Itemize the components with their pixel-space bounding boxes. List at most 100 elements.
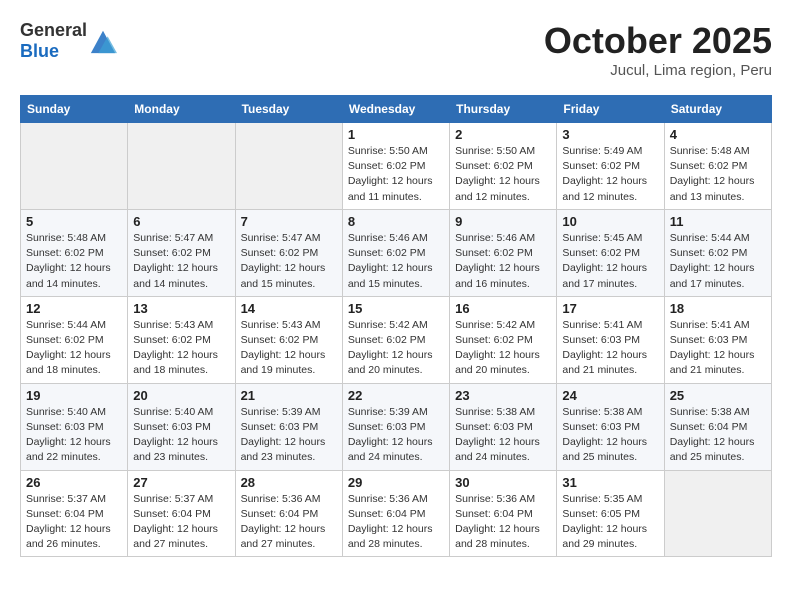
day-number: 4 — [670, 127, 766, 142]
weekday-header-sunday: Sunday — [21, 96, 128, 123]
weekday-header-saturday: Saturday — [664, 96, 771, 123]
day-info: Sunrise: 5:42 AM Sunset: 6:02 PM Dayligh… — [348, 318, 444, 379]
weekday-header-thursday: Thursday — [450, 96, 557, 123]
day-info: Sunrise: 5:43 AM Sunset: 6:02 PM Dayligh… — [133, 318, 229, 379]
calendar-cell: 4 Sunrise: 5:48 AM Sunset: 6:02 PM Daylig… — [664, 123, 771, 210]
calendar-cell: 15 Sunrise: 5:42 AM Sunset: 6:02 PM Dayli… — [342, 296, 449, 383]
calendar-cell: 16 Sunrise: 5:42 AM Sunset: 6:02 PM Dayli… — [450, 296, 557, 383]
calendar-week-4: 19 Sunrise: 5:40 AM Sunset: 6:03 PM Dayli… — [21, 383, 772, 470]
calendar-table: SundayMondayTuesdayWednesdayThursdayFrid… — [20, 95, 772, 557]
day-number: 16 — [455, 301, 551, 316]
calendar-cell: 19 Sunrise: 5:40 AM Sunset: 6:03 PM Dayli… — [21, 383, 128, 470]
day-info: Sunrise: 5:36 AM Sunset: 6:04 PM Dayligh… — [455, 492, 551, 553]
day-info: Sunrise: 5:41 AM Sunset: 6:03 PM Dayligh… — [670, 318, 766, 379]
day-info: Sunrise: 5:47 AM Sunset: 6:02 PM Dayligh… — [133, 231, 229, 292]
location-title: Jucul, Lima region, Peru — [544, 62, 772, 79]
calendar-cell: 31Sunrise: 5:35 AM Sunset: 6:05 PM Dayli… — [557, 470, 664, 557]
calendar-cell: 13 Sunrise: 5:43 AM Sunset: 6:02 PM Dayli… — [128, 296, 235, 383]
day-info: Sunrise: 5:37 AM Sunset: 6:04 PM Dayligh… — [26, 492, 122, 553]
day-info: Sunrise: 5:50 AM Sunset: 6:02 PM Dayligh… — [348, 144, 444, 205]
weekday-header-wednesday: Wednesday — [342, 96, 449, 123]
calendar-cell: 27Sunrise: 5:37 AM Sunset: 6:04 PM Dayli… — [128, 470, 235, 557]
calendar-cell: 17Sunrise: 5:41 AM Sunset: 6:03 PM Dayli… — [557, 296, 664, 383]
calendar-cell: 12 Sunrise: 5:44 AM Sunset: 6:02 PM Dayli… — [21, 296, 128, 383]
day-info: Sunrise: 5:47 AM Sunset: 6:02 PM Dayligh… — [241, 231, 337, 292]
calendar-cell — [235, 123, 342, 210]
day-number: 15 — [348, 301, 444, 316]
day-info: Sunrise: 5:36 AM Sunset: 6:04 PM Dayligh… — [241, 492, 337, 553]
day-number: 25 — [670, 388, 766, 403]
calendar-cell: 21Sunrise: 5:39 AM Sunset: 6:03 PM Dayli… — [235, 383, 342, 470]
day-info: Sunrise: 5:40 AM Sunset: 6:03 PM Dayligh… — [133, 405, 229, 466]
calendar-cell — [21, 123, 128, 210]
day-number: 6 — [133, 214, 229, 229]
day-info: Sunrise: 5:46 AM Sunset: 6:02 PM Dayligh… — [455, 231, 551, 292]
calendar-cell: 18 Sunrise: 5:41 AM Sunset: 6:03 PM Dayli… — [664, 296, 771, 383]
day-info: Sunrise: 5:50 AM Sunset: 6:02 PM Dayligh… — [455, 144, 551, 205]
calendar-cell: 3Sunrise: 5:49 AM Sunset: 6:02 PM Daylig… — [557, 123, 664, 210]
day-info: Sunrise: 5:40 AM Sunset: 6:03 PM Dayligh… — [26, 405, 122, 466]
calendar-cell: 30 Sunrise: 5:36 AM Sunset: 6:04 PM Dayli… — [450, 470, 557, 557]
day-number: 13 — [133, 301, 229, 316]
day-info: Sunrise: 5:35 AM Sunset: 6:05 PM Dayligh… — [562, 492, 658, 553]
calendar-cell: 26 Sunrise: 5:37 AM Sunset: 6:04 PM Dayli… — [21, 470, 128, 557]
calendar-cell: 24 Sunrise: 5:38 AM Sunset: 6:03 PM Dayli… — [557, 383, 664, 470]
day-info: Sunrise: 5:38 AM Sunset: 6:03 PM Dayligh… — [455, 405, 551, 466]
calendar-cell: 1 Sunrise: 5:50 AM Sunset: 6:02 PM Daylig… — [342, 123, 449, 210]
calendar-cell: 11 Sunrise: 5:44 AM Sunset: 6:02 PM Dayli… — [664, 209, 771, 296]
logo-blue: Blue — [20, 41, 59, 61]
weekday-header-row: SundayMondayTuesdayWednesdayThursdayFrid… — [21, 96, 772, 123]
logo-text: General Blue — [20, 20, 87, 62]
day-number: 18 — [670, 301, 766, 316]
day-info: Sunrise: 5:48 AM Sunset: 6:02 PM Dayligh… — [670, 144, 766, 205]
calendar-cell — [664, 470, 771, 557]
calendar-week-2: 5Sunrise: 5:48 AM Sunset: 6:02 PM Daylig… — [21, 209, 772, 296]
calendar-cell: 2 Sunrise: 5:50 AM Sunset: 6:02 PM Daylig… — [450, 123, 557, 210]
day-number: 7 — [241, 214, 337, 229]
title-block: October 2025 Jucul, Lima region, Peru — [544, 20, 772, 79]
day-number: 29 — [348, 475, 444, 490]
day-number: 11 — [670, 214, 766, 229]
day-number: 23 — [455, 388, 551, 403]
day-number: 10 — [562, 214, 658, 229]
month-title: October 2025 — [544, 20, 772, 62]
weekday-header-friday: Friday — [557, 96, 664, 123]
page-header: General Blue October 2025 Jucul, Lima re… — [20, 20, 772, 79]
day-info: Sunrise: 5:43 AM Sunset: 6:02 PM Dayligh… — [241, 318, 337, 379]
day-number: 14 — [241, 301, 337, 316]
day-number: 2 — [455, 127, 551, 142]
weekday-header-tuesday: Tuesday — [235, 96, 342, 123]
day-number: 24 — [562, 388, 658, 403]
day-number: 1 — [348, 127, 444, 142]
calendar-cell: 20 Sunrise: 5:40 AM Sunset: 6:03 PM Dayli… — [128, 383, 235, 470]
logo-icon — [89, 27, 117, 55]
day-info: Sunrise: 5:44 AM Sunset: 6:02 PM Dayligh… — [670, 231, 766, 292]
day-number: 27 — [133, 475, 229, 490]
calendar-cell: 9 Sunrise: 5:46 AM Sunset: 6:02 PM Daylig… — [450, 209, 557, 296]
day-number: 9 — [455, 214, 551, 229]
day-number: 5 — [26, 214, 122, 229]
calendar-cell: 6 Sunrise: 5:47 AM Sunset: 6:02 PM Daylig… — [128, 209, 235, 296]
day-number: 12 — [26, 301, 122, 316]
day-info: Sunrise: 5:36 AM Sunset: 6:04 PM Dayligh… — [348, 492, 444, 553]
day-number: 20 — [133, 388, 229, 403]
day-info: Sunrise: 5:44 AM Sunset: 6:02 PM Dayligh… — [26, 318, 122, 379]
calendar-cell: 7 Sunrise: 5:47 AM Sunset: 6:02 PM Daylig… — [235, 209, 342, 296]
calendar-cell: 28 Sunrise: 5:36 AM Sunset: 6:04 PM Dayli… — [235, 470, 342, 557]
day-number: 28 — [241, 475, 337, 490]
day-info: Sunrise: 5:42 AM Sunset: 6:02 PM Dayligh… — [455, 318, 551, 379]
day-number: 22 — [348, 388, 444, 403]
day-info: Sunrise: 5:49 AM Sunset: 6:02 PM Dayligh… — [562, 144, 658, 205]
day-number: 19 — [26, 388, 122, 403]
day-number: 26 — [26, 475, 122, 490]
day-info: Sunrise: 5:38 AM Sunset: 6:04 PM Dayligh… — [670, 405, 766, 466]
calendar-cell: 23 Sunrise: 5:38 AM Sunset: 6:03 PM Dayli… — [450, 383, 557, 470]
day-number: 30 — [455, 475, 551, 490]
logo: General Blue — [20, 20, 117, 62]
day-info: Sunrise: 5:46 AM Sunset: 6:02 PM Dayligh… — [348, 231, 444, 292]
calendar-cell: 8Sunrise: 5:46 AM Sunset: 6:02 PM Daylig… — [342, 209, 449, 296]
weekday-header-monday: Monday — [128, 96, 235, 123]
day-info: Sunrise: 5:38 AM Sunset: 6:03 PM Dayligh… — [562, 405, 658, 466]
calendar-week-3: 12 Sunrise: 5:44 AM Sunset: 6:02 PM Dayli… — [21, 296, 772, 383]
calendar-cell: 29 Sunrise: 5:36 AM Sunset: 6:04 PM Dayli… — [342, 470, 449, 557]
